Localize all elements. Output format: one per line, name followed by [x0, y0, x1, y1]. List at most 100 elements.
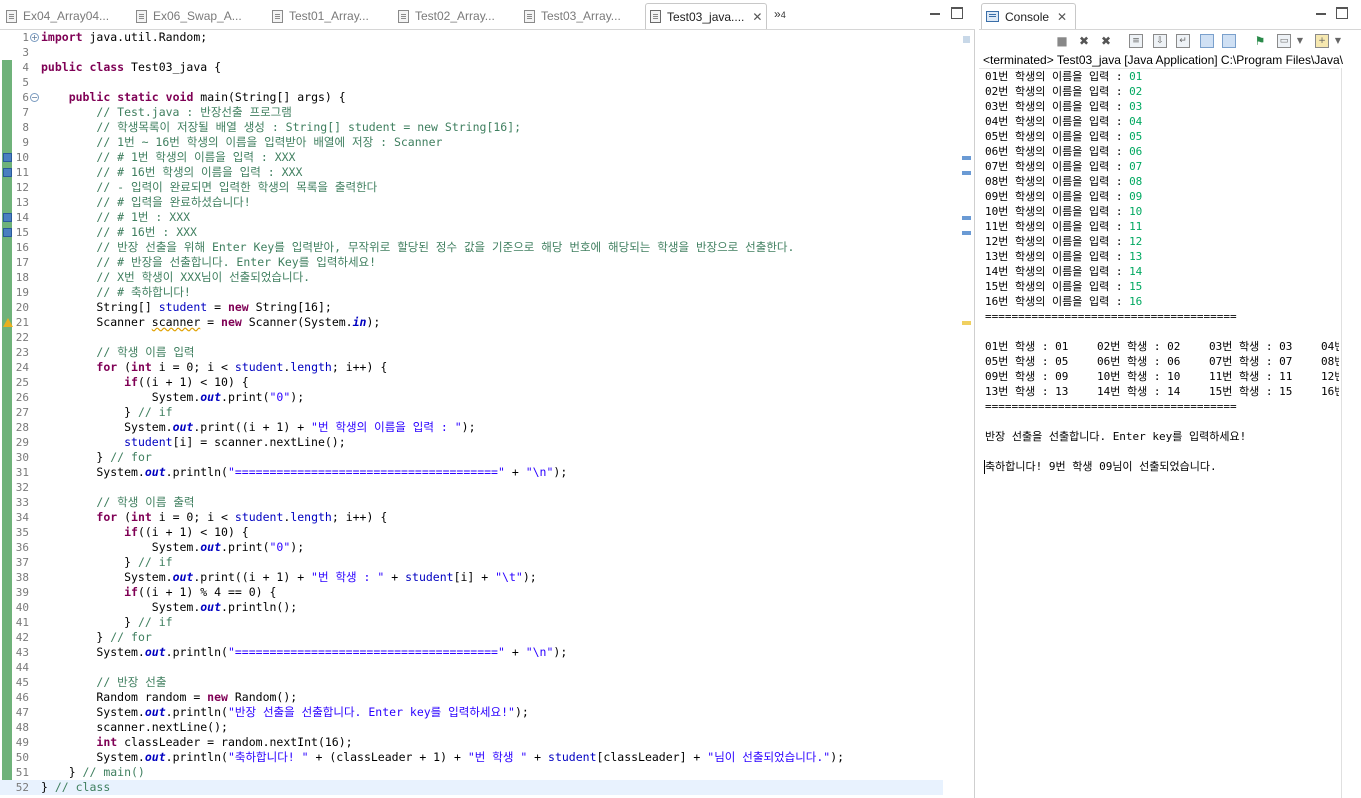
code-line[interactable]: 41 } // if [0, 615, 943, 630]
code-line[interactable]: 12 // - 입력이 완료되면 입력한 학생의 목록을 출력한다 [0, 180, 943, 195]
code-line[interactable]: 21 Scanner scanner = new Scanner(System.… [0, 315, 943, 330]
tab-test03-java[interactable]: Test03_java.... ✕ [645, 3, 767, 29]
task-marker-icon[interactable] [3, 153, 12, 162]
code-line[interactable]: 14 // # 1번 : XXX [0, 210, 943, 225]
code-line[interactable]: 27 } // if [0, 405, 943, 420]
code-editor[interactable]: 1 + import java.util.Random; 3 4 public class… [0, 30, 943, 798]
task-marker-icon[interactable] [3, 228, 12, 237]
code-line[interactable]: 30 } // for [0, 450, 943, 465]
overview-ruler[interactable] [957, 30, 974, 798]
show-on-stdout-icon[interactable] [1200, 34, 1214, 48]
tab-overflow-button[interactable]: »4 [774, 7, 786, 21]
code-line[interactable]: 44 [0, 660, 943, 675]
task-marker[interactable] [962, 156, 971, 160]
tab-console[interactable]: Console ✕ [981, 3, 1077, 29]
code-line[interactable]: 8 // 학생목록이 저장될 배열 생성 : String[] student … [0, 120, 943, 135]
tab-test01-array[interactable]: Test01_Array... [272, 3, 392, 29]
console-prompt-line: 08번 학생의 이름을 입력 : 08 [985, 174, 1142, 189]
chevron-down-icon[interactable]: ▼ [1293, 34, 1307, 48]
scroll-lock-icon[interactable]: ⇩ [1153, 34, 1167, 48]
code-line[interactable]: 31 System.out.println("=================… [0, 465, 943, 480]
word-wrap-icon[interactable]: ↵ [1176, 34, 1190, 48]
code-line[interactable]: 37 } // if [0, 555, 943, 570]
expand-fold-icon[interactable]: + [30, 33, 39, 42]
open-console-icon[interactable]: + [1315, 34, 1329, 48]
code-line[interactable]: 11 // # 16번 학생의 이름을 입력 : XXX [0, 165, 943, 180]
code-line[interactable]: 39 if((i + 1) % 4 == 0) { [0, 585, 943, 600]
close-tab-icon[interactable]: ✕ [1057, 10, 1067, 24]
show-on-stderr-icon[interactable] [1222, 34, 1236, 48]
tab-ex06-swap[interactable]: Ex06_Swap_A... [136, 3, 264, 29]
code-line[interactable]: 25 if((i + 1) < 10) { [0, 375, 943, 390]
code-line[interactable]: 18 // X번 학생이 XXX님이 선출되었습니다. [0, 270, 943, 285]
task-marker[interactable] [962, 216, 971, 220]
java-file-icon [136, 9, 147, 23]
code-line[interactable]: 42 } // for [0, 630, 943, 645]
code-line[interactable]: 5 [0, 75, 943, 90]
code-line[interactable]: 49 int classLeader = random.nextInt(16); [0, 735, 943, 750]
code-line[interactable]: 24 for (int i = 0; i < student.length; i… [0, 360, 943, 375]
display-selected-console-icon[interactable]: ▭ [1277, 34, 1291, 48]
code-line[interactable]: 45 // 반장 선출 [0, 675, 943, 690]
code-line[interactable]: 29 student[i] = scanner.nextLine(); [0, 435, 943, 450]
chevron-down-icon[interactable]: ▼ [1331, 34, 1345, 48]
code-line[interactable]: 1 + import java.util.Random; [0, 30, 943, 45]
code-line[interactable]: 26 System.out.print("0"); [0, 390, 943, 405]
task-marker[interactable] [962, 231, 971, 235]
remove-all-terminated-icon[interactable]: ✖ [1099, 34, 1113, 48]
code-line[interactable]: 50 System.out.println("축하합니다! " + (class… [0, 750, 943, 765]
code-line[interactable]: 20 String[] student = new String[16]; [0, 300, 943, 315]
code-line[interactable]: 48 scanner.nextLine(); [0, 720, 943, 735]
maximize-icon[interactable] [951, 7, 963, 19]
code-line[interactable]: 51 } // main() [0, 765, 943, 780]
code-line[interactable]: 34 for (int i = 0; i < student.length; i… [0, 510, 943, 525]
code-line[interactable]: 6− public static void main(String[] args… [0, 90, 943, 105]
console-prompt-line: 13번 학생의 이름을 입력 : 13 [985, 249, 1142, 264]
maximize-icon[interactable] [1336, 7, 1348, 19]
code-line[interactable]: 40 System.out.println(); [0, 600, 943, 615]
code-line[interactable]: 7 // Test.java : 반장선출 프로그램 [0, 105, 943, 120]
minimize-icon[interactable] [929, 7, 941, 19]
tab-test02-array[interactable]: Test02_Array... [398, 3, 520, 29]
code-line[interactable]: 52} // class [0, 780, 943, 795]
minimize-icon[interactable] [1315, 7, 1327, 19]
task-marker-icon[interactable] [3, 213, 12, 222]
code-line[interactable]: 22 [0, 330, 943, 345]
line-number: 52 [15, 781, 29, 794]
code-line[interactable]: 13 // # 입력을 완료하셨습니다! [0, 195, 943, 210]
code-line[interactable]: 43 System.out.println("=================… [0, 645, 943, 660]
close-tab-icon[interactable]: ✕ [752, 10, 762, 24]
pin-console-icon[interactable]: ⚑ [1253, 34, 1267, 48]
task-marker[interactable] [962, 171, 971, 175]
code-line[interactable]: 33 // 학생 이름 출력 [0, 495, 943, 510]
code-line[interactable]: 10 // # 1번 학생의 이름을 입력 : XXX [0, 150, 943, 165]
task-marker-icon[interactable] [3, 168, 12, 177]
code-line[interactable]: 35 if((i + 1) < 10) { [0, 525, 943, 540]
code-line[interactable]: 19 // # 축하합니다! [0, 285, 943, 300]
terminate-icon[interactable]: ■ [1055, 34, 1069, 48]
code-line[interactable]: 47 System.out.println("반장 선출을 선출합니다. Ent… [0, 705, 943, 720]
code-line[interactable]: 38 System.out.print((i + 1) + "번 학생 : " … [0, 570, 943, 585]
code-text: student[i] = scanner.nextLine(); [124, 435, 346, 449]
console-scrollbar[interactable] [1341, 68, 1357, 798]
code-line[interactable]: 16 // 반장 선출을 위해 Enter Key를 입력받아, 무작위로 할당… [0, 240, 943, 255]
code-line[interactable]: 17 // # 반장을 선출합니다. Enter Key를 입력하세요! [0, 255, 943, 270]
code-text: } // if [41, 615, 173, 629]
code-line[interactable]: 36 System.out.print("0"); [0, 540, 943, 555]
code-line[interactable]: 4 public class Test03_java { [0, 60, 943, 75]
code-line[interactable]: 28 System.out.print((i + 1) + "번 학생의 이름을… [0, 420, 943, 435]
warning-icon[interactable] [3, 318, 13, 328]
code-line[interactable]: 46 Random random = new Random(); [0, 690, 943, 705]
collapse-fold-icon[interactable]: − [30, 93, 39, 102]
code-line[interactable]: 9 // 1번 ~ 16번 학생의 이름을 입력받아 배열에 저장 : Scan… [0, 135, 943, 150]
code-line[interactable]: 32 [0, 480, 943, 495]
warning-marker[interactable] [962, 321, 971, 325]
clear-console-icon[interactable]: ≡ [1129, 34, 1143, 48]
remove-launch-icon[interactable]: ✖ [1077, 34, 1091, 48]
code-line[interactable]: 3 [0, 45, 943, 60]
tab-test03-array[interactable]: Test03_Array... [524, 3, 642, 29]
code-line[interactable]: 15 // # 16번 : XXX [0, 225, 943, 240]
tab-ex04-array04[interactable]: Ex04_Array04... [6, 3, 134, 29]
code-line[interactable]: 23 // 학생 이름 입력 [0, 345, 943, 360]
console-output[interactable]: 01번 학생의 이름을 입력 : 01 02번 학생의 이름을 입력 : 02 03… [979, 68, 1339, 798]
